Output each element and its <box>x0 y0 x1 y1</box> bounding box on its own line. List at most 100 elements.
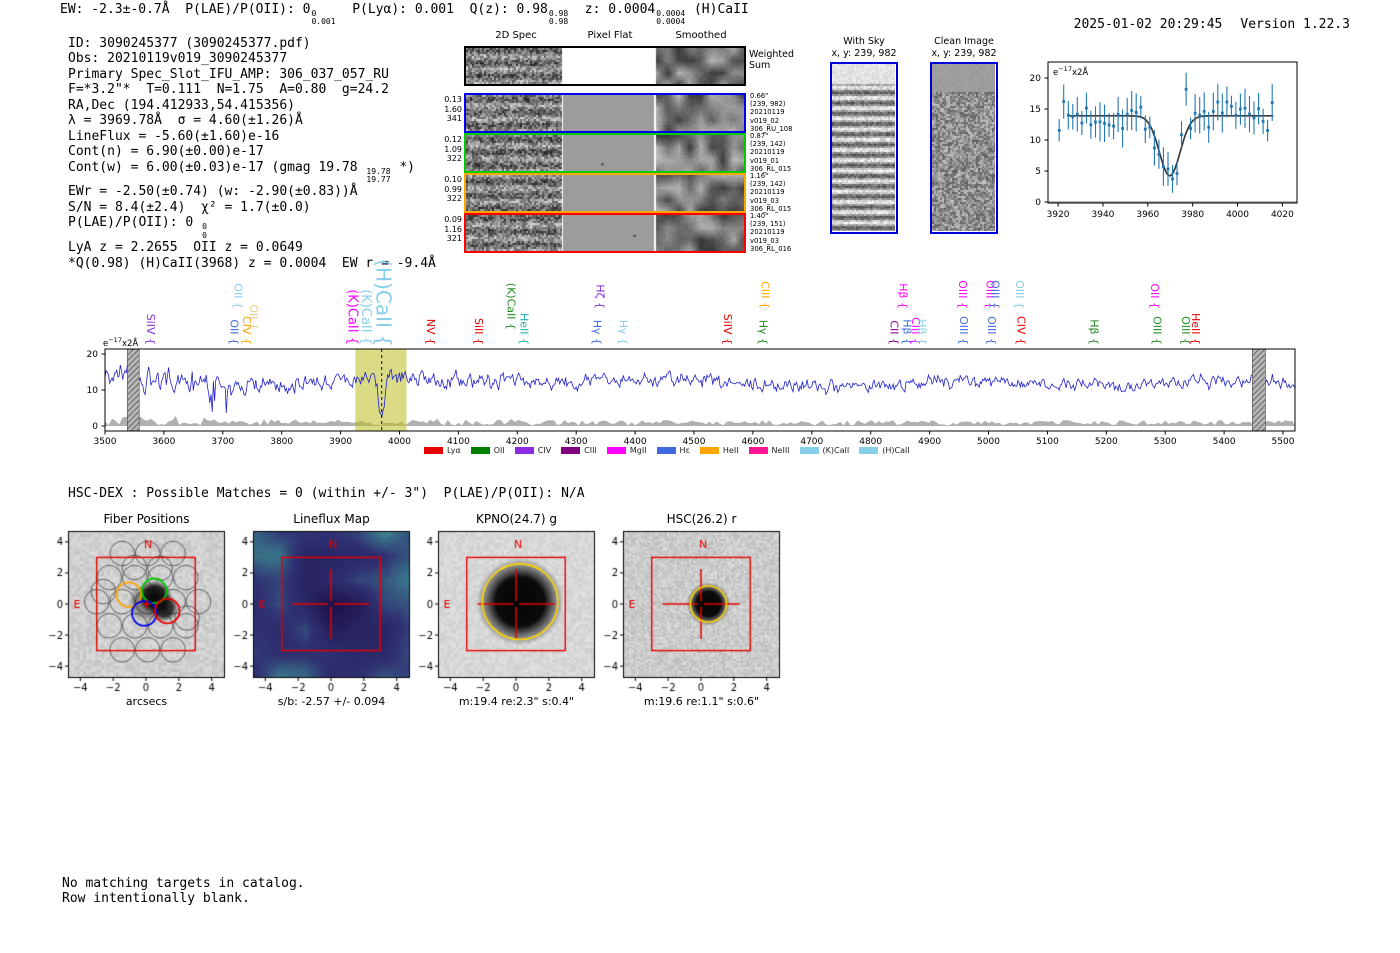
legend-label: MgII <box>629 446 647 455</box>
noise-floor <box>105 416 1295 426</box>
data-point <box>1166 167 1170 171</box>
spec2d-image <box>466 175 744 211</box>
x-tick-label: 5200 <box>1095 437 1118 447</box>
data-point <box>1225 100 1229 104</box>
legend-swatch <box>424 447 443 454</box>
kpno_g-image <box>412 527 602 697</box>
info-line: Obs: 20210119v019_3090245377 <box>68 51 436 66</box>
stack-value: 0.001 <box>311 17 336 27</box>
left-value: 1.09 <box>444 144 462 154</box>
data-point <box>1216 100 1220 104</box>
weighted-sum-strip <box>464 46 746 86</box>
spectrum-line <box>104 363 1296 418</box>
lineflux_map-xlabel: s/b: -2.57 +/- 0.094 <box>277 695 386 708</box>
annotation-line: v019_03 <box>750 236 780 245</box>
left-value: 0.09 <box>444 215 462 224</box>
info-line: RA,Dec (194.412933,54.415356) <box>68 98 436 113</box>
legend-swatch <box>748 447 768 454</box>
line-label: OIII { <box>957 316 970 345</box>
left-value: 0.99 <box>444 184 462 194</box>
data-point <box>1066 113 1070 117</box>
spec2d-row-left-values: 0.12 1.09 322 <box>428 135 462 164</box>
x-tick-label: 4000 <box>1226 210 1249 220</box>
kpno_g-xlabel: m:19.4 re:2.3" s:0.4" <box>458 695 575 708</box>
fit-curve <box>1067 114 1274 177</box>
legend-item: CIV <box>514 446 552 455</box>
line-label: NV { <box>424 319 437 345</box>
data-point <box>1261 120 1265 123</box>
left-value: 0.10 <box>444 175 462 184</box>
left-value: 341 <box>446 114 462 124</box>
data-point <box>1180 133 1183 137</box>
text-segment: LineFlux = -5.60(±1.60)e-16 <box>68 128 280 144</box>
clean-image-title: Clean Image x, y: 239, 982 <box>924 36 1004 59</box>
data-point <box>1057 129 1061 132</box>
legend-label: CIV <box>537 446 552 455</box>
annotation-line: 20210119 <box>750 188 785 197</box>
text-segment: F=*3.2"* T=0.111 N=1.75 A=0.80 g=24.2 <box>68 82 389 98</box>
data-point <box>1143 127 1147 131</box>
hsc_r-image <box>597 527 787 697</box>
footer-line-2: Row intentionally blank. <box>62 891 250 906</box>
data-point <box>1075 112 1079 116</box>
line-label: OIII { <box>1151 316 1164 345</box>
full-spectrum-plot: 3500 3600 3700 3800 3900 4000 4100 4200 4300 4400… <box>87 259 1296 447</box>
left-value: 321 <box>446 234 462 244</box>
data-point <box>1071 115 1075 119</box>
line-label: SiIV { <box>721 314 734 345</box>
spec2d-column-title: Pixel Flat <box>587 30 633 41</box>
highlight-band <box>355 349 407 431</box>
fiber_positions-panel: Fiber Positions arcsecs <box>42 512 237 714</box>
fiber_positions-image <box>42 527 232 697</box>
line-label: HeII { <box>517 313 530 345</box>
text-segment: z: 0.0004 <box>569 2 656 17</box>
data-point <box>1089 123 1093 127</box>
y-tick-label: 15 <box>1030 105 1041 115</box>
x-tick-label: 3800 <box>270 437 293 447</box>
data-point <box>1230 104 1233 108</box>
info-line: LyA z = 2.2655 OII z = 0.0649 <box>68 240 436 255</box>
spec2d-row-annotation: 1.40" (239, 151) 20210119 v019_03 306_RL_016 <box>750 212 820 253</box>
kpno_g-title: KPNO(24.7) g <box>475 512 558 526</box>
data-point <box>1062 100 1066 103</box>
annotation-line: (239, 142) <box>750 180 786 189</box>
text-segment: Cont(n) = 6.90(±0.00)e-17 <box>68 144 264 160</box>
data-point <box>1243 106 1247 110</box>
x-tick-label: 3900 <box>329 437 352 447</box>
legend-item: (H)CaII <box>859 446 910 455</box>
x-tick-label: 3960 <box>1136 210 1159 220</box>
data-point <box>1248 112 1251 116</box>
lineflux_map-title: Lineflux Map <box>293 512 370 526</box>
line-label: OIII { <box>985 316 998 345</box>
spec2d-row-left-values: 0.09 1.16 321 <box>428 215 462 244</box>
spec2d-column-title: Smoothed <box>675 30 727 41</box>
legend-label: (H)CaII <box>882 446 910 455</box>
data-point <box>1157 152 1161 156</box>
y-tick-label: 5 <box>1035 167 1041 177</box>
spec2d-column-title: 2D Spec <box>495 30 537 41</box>
legend-item: NeIII <box>748 446 790 455</box>
data-point <box>1107 123 1111 127</box>
info-line: λ = 3969.78Å σ = 4.60(±1.26)Å <box>68 113 436 128</box>
spec2d-row-annotation: 1.16" (239, 142) 20210119 v019_03 306_RL_015 <box>750 172 820 213</box>
data-point <box>1134 111 1138 114</box>
clean-image-title-line: Clean Image <box>934 36 994 47</box>
data-point <box>1220 111 1224 115</box>
kpno_g-panel: KPNO(24.7) g m:19.4 re:2.3" s:0.4" <box>412 512 607 714</box>
text-segment: EWr = -2.50(±0.74) (w: -2.90(±0.83))Å <box>68 184 358 200</box>
info-line: Primary Spec_Slot_IFU_AMP: 306_037_057_R… <box>68 67 436 82</box>
footer-line-1: No matching targets in catalog. <box>62 876 305 891</box>
spec2d-row-strip <box>464 213 746 253</box>
data-point <box>1139 105 1143 109</box>
legend-label: Lyα <box>447 446 461 455</box>
data-point <box>1193 111 1197 115</box>
data-point <box>1116 113 1120 116</box>
annotation-line: 20210119 <box>750 148 785 157</box>
x-tick-label: 3600 <box>152 437 175 447</box>
report-timestamp: 2025-01-02 20:29:45 <box>1073 17 1223 32</box>
left-value: 322 <box>446 194 462 204</box>
annotation-line: (239, 982) <box>750 100 786 109</box>
annotation-line: (239, 142) <box>750 140 786 149</box>
legend-item: OII <box>470 446 505 455</box>
data-point <box>1202 110 1206 113</box>
